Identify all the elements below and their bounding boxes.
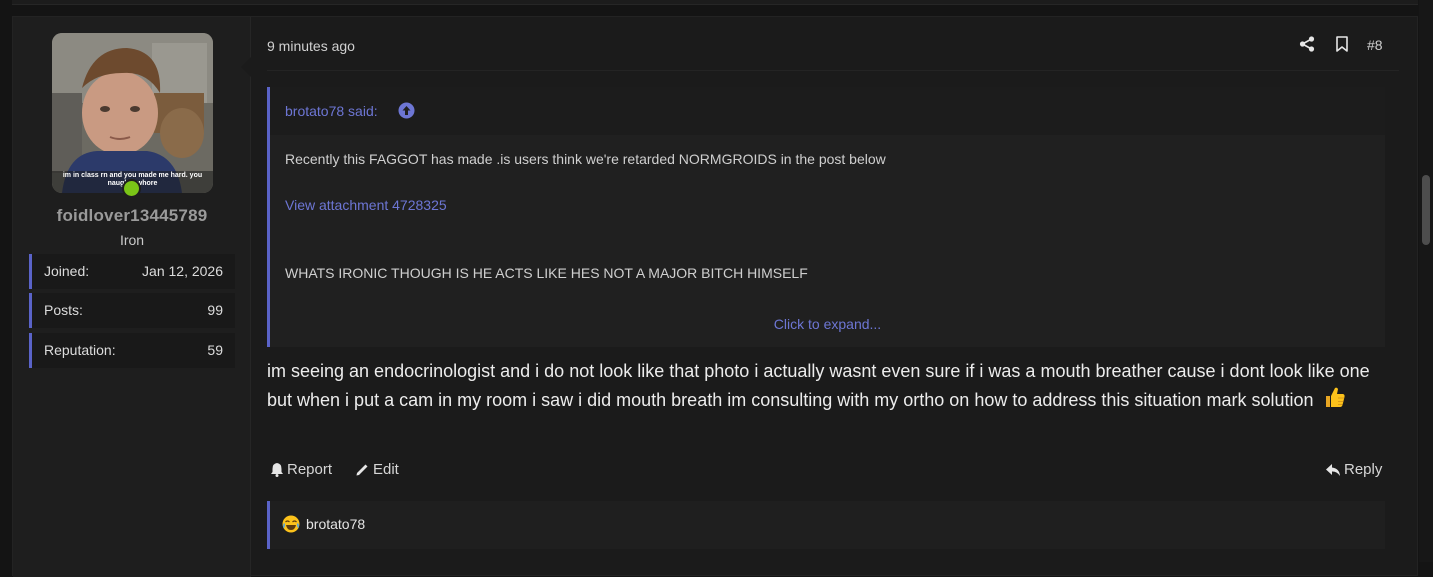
- reactions-bar[interactable]: brotato78: [267, 501, 1385, 549]
- post-timestamp[interactable]: 9 minutes ago: [267, 38, 355, 54]
- jump-to-quote-icon[interactable]: [398, 102, 415, 119]
- avatar-image: [52, 33, 213, 193]
- message-arrow: [241, 57, 251, 77]
- thumbs-up-emoji: [1325, 387, 1345, 407]
- scrollbar-track[interactable]: [1419, 0, 1433, 562]
- scrollbar-thumb[interactable]: [1422, 175, 1430, 245]
- post-body: im seeing an endocrinologist and i do no…: [267, 357, 1387, 414]
- reaction-user[interactable]: brotato78: [306, 516, 365, 532]
- share-icon[interactable]: [1299, 36, 1315, 52]
- user-cell: im in class rn and you made me hard. you…: [13, 17, 251, 577]
- quote-header: brotato78 said:: [270, 87, 1385, 135]
- edit-button[interactable]: Edit: [355, 461, 399, 478]
- stat-reputation: Reputation: 59: [29, 333, 235, 368]
- stat-label: Joined:: [44, 263, 90, 279]
- stat-label: Reputation:: [44, 342, 116, 358]
- stat-joined: Joined: Jan 12, 2026: [29, 254, 235, 289]
- report-button[interactable]: Report: [270, 461, 332, 478]
- username[interactable]: foidlover13445789: [13, 206, 251, 226]
- bookmark-icon[interactable]: [1335, 36, 1349, 52]
- post-body-text: im seeing an endocrinologist and i do no…: [267, 361, 1370, 410]
- previous-post-edge: [12, 0, 1418, 5]
- quote-author[interactable]: brotato78 said:: [285, 103, 378, 119]
- attachment-link[interactable]: View attachment 4728325: [285, 197, 447, 213]
- forum-post: im in class rn and you made me hard. you…: [12, 16, 1418, 577]
- stat-label: Posts:: [44, 302, 83, 318]
- stat-value: 99: [207, 302, 223, 318]
- divider: [267, 70, 1399, 71]
- pencil-icon: [356, 464, 368, 476]
- report-label: Report: [287, 461, 333, 478]
- quote-block: brotato78 said: Recently this FAGGOT has…: [267, 87, 1385, 347]
- crying-laughing-emoji: [282, 515, 300, 533]
- avatar[interactable]: im in class rn and you made me hard. you…: [52, 33, 213, 193]
- stat-posts: Posts: 99: [29, 293, 235, 328]
- post-number[interactable]: #8: [1367, 37, 1383, 53]
- click-to-expand-link[interactable]: Click to expand...: [270, 316, 1385, 332]
- reply-button[interactable]: Reply: [1325, 461, 1382, 478]
- bell-icon: [271, 463, 283, 477]
- user-title: Iron: [119, 232, 145, 248]
- stat-value: Jan 12, 2026: [142, 263, 223, 279]
- quote-text: WHATS IRONIC THOUGH IS HE ACTS LIKE HES …: [285, 265, 808, 281]
- quote-text: Recently this FAGGOT has made .is users …: [285, 151, 886, 167]
- online-status-dot: [122, 179, 141, 198]
- edit-label: Edit: [373, 461, 399, 478]
- reply-label: Reply: [1344, 461, 1383, 478]
- reply-icon: [1326, 463, 1340, 476]
- stat-value: 59: [207, 342, 223, 358]
